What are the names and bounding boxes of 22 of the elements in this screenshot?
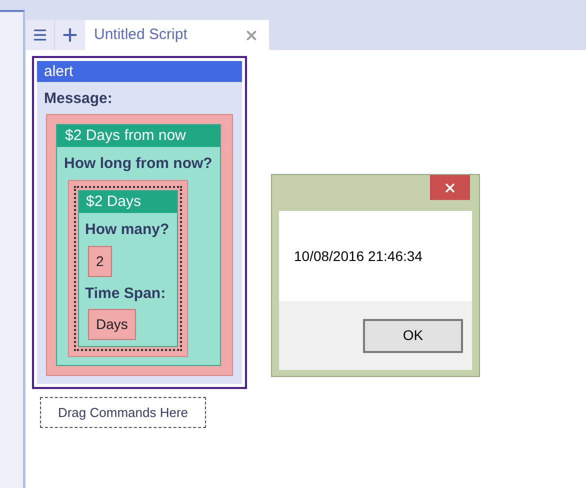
dialog-message: 10/08/2016 21:46:34: [294, 246, 422, 266]
menu-icon: [32, 27, 48, 43]
plus-icon: [60, 25, 80, 45]
script-tab[interactable]: Untitled Script: [85, 20, 269, 50]
close-icon: [443, 180, 457, 194]
block-header: $2 Days: [79, 191, 177, 213]
drop-zone[interactable]: Drag Commands Here: [40, 397, 206, 428]
param-label: How long from now?: [63, 154, 214, 174]
param-label: Message:: [43, 89, 114, 109]
menu-button[interactable]: [26, 20, 55, 50]
value-field[interactable]: Days: [88, 309, 136, 340]
value-field[interactable]: 2: [88, 246, 112, 276]
block-header: $2 Days from now: [57, 124, 220, 146]
block-header: alert: [37, 61, 242, 82]
close-button[interactable]: [430, 175, 470, 200]
days-from-now-block[interactable]: $2 Days from now How long from now? $2 Days How many? 2 Time Span: Days: [56, 124, 221, 366]
alert-block[interactable]: alert Message: $2 Days from now How long from now? $2 Days How many? 2 Time Span: Days: [32, 56, 247, 389]
param-label: How many?: [85, 220, 170, 240]
days-block[interactable]: $2 Days How many? 2 Time Span: Days: [78, 190, 178, 347]
ok-button[interactable]: OK: [363, 318, 463, 352]
param-label: Time Span:: [85, 284, 166, 304]
add-tab-button[interactable]: [55, 20, 85, 50]
